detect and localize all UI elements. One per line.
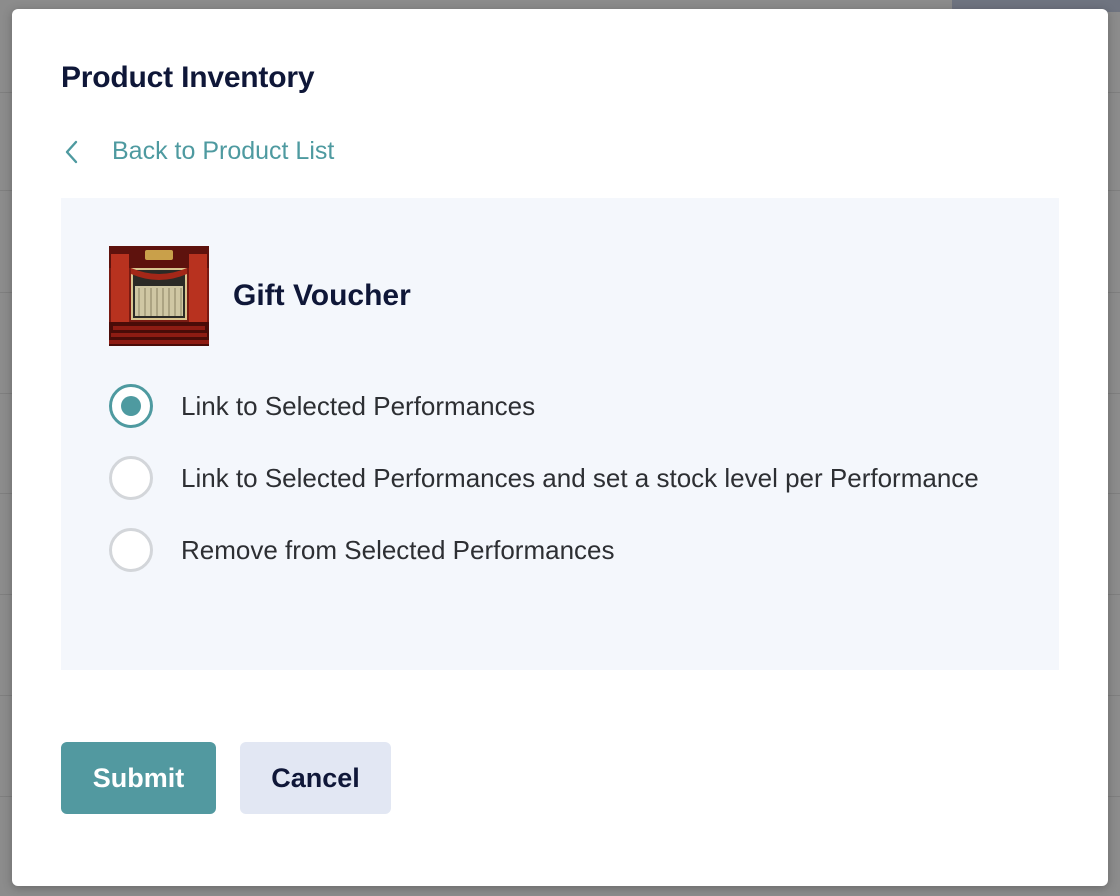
option-link-with-stock-level[interactable]: Link to Selected Performances and set a … <box>109 454 979 502</box>
cancel-button[interactable]: Cancel <box>240 742 391 814</box>
option-label: Link to Selected Performances <box>181 390 536 421</box>
product-inventory-modal: Product Inventory Back to Product List G… <box>12 9 1108 886</box>
radio-button[interactable] <box>109 456 153 500</box>
radio-button-selected[interactable] <box>109 384 153 428</box>
link-options-radio-group: Link to Selected Performances Link to Se… <box>109 382 979 598</box>
option-link-selected-performances[interactable]: Link to Selected Performances <box>109 382 979 430</box>
product-header: Gift Voucher <box>109 246 411 346</box>
chevron-left-icon <box>62 139 82 165</box>
product-thumbnail <box>109 246 209 346</box>
back-to-product-list-link[interactable]: Back to Product List <box>62 137 334 166</box>
radio-button[interactable] <box>109 528 153 572</box>
back-link-label: Back to Product List <box>112 137 335 165</box>
product-options-panel: Gift Voucher Link to Selected Performanc… <box>61 198 1059 670</box>
modal-title: Product Inventory <box>61 61 315 94</box>
option-remove-from-performances[interactable]: Remove from Selected Performances <box>109 526 979 574</box>
option-label: Link to Selected Performances and set a … <box>181 462 979 493</box>
submit-button[interactable]: Submit <box>61 742 216 814</box>
option-label: Remove from Selected Performances <box>181 534 615 565</box>
product-name: Gift Voucher <box>233 279 411 312</box>
